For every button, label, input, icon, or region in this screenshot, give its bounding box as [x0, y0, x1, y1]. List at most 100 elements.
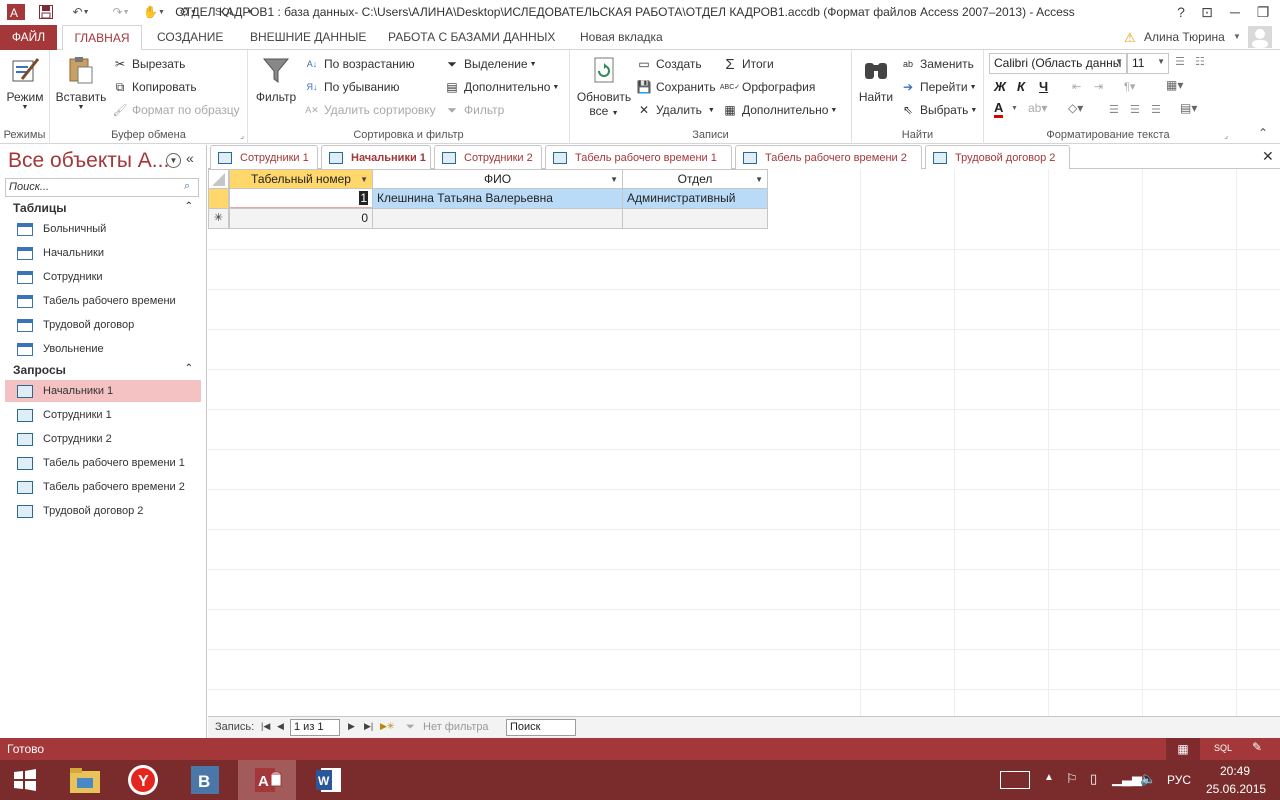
- new-record-cell[interactable]: [622, 208, 768, 229]
- shutter-bar-close-icon[interactable]: «: [186, 150, 194, 166]
- remove-sort-button[interactable]: A✕ Удалить сортировку: [304, 100, 435, 120]
- underline-button[interactable]: Ч: [1039, 79, 1048, 94]
- nav-table-item[interactable]: Табель рабочего времени: [5, 290, 201, 312]
- design-view-icon[interactable]: ✎: [1252, 740, 1262, 754]
- clock-time[interactable]: 20:49: [1220, 764, 1250, 778]
- sort-ascending-button[interactable]: A↓ По возрастанию: [304, 54, 415, 74]
- tab-database-tools[interactable]: РАБОТА С БАЗАМИ ДАННЫХ: [382, 25, 561, 50]
- highlight-icon[interactable]: ab▾: [1028, 101, 1047, 115]
- new-record-button[interactable]: ▭ Создать: [636, 54, 701, 74]
- nav-query-item[interactable]: Табель рабочего времени 1: [5, 452, 201, 474]
- select-button[interactable]: ⇖ Выбрать ▼: [900, 100, 977, 120]
- font-name-select[interactable]: Calibri (Область данны ▼: [989, 53, 1127, 74]
- clock-date[interactable]: 25.06.2015: [1206, 782, 1266, 796]
- nav-menu-dropdown-icon[interactable]: ▼: [166, 153, 181, 168]
- network-signal-icon[interactable]: ▁▃▅: [1112, 771, 1142, 787]
- toggle-filter-button[interactable]: ⏷ Фильтр: [444, 100, 504, 120]
- nav-search-input[interactable]: Поиск...: [5, 178, 199, 197]
- battery-icon[interactable]: ▯: [1090, 771, 1097, 787]
- sort-descending-button[interactable]: Я↓ По убыванию: [304, 77, 400, 97]
- gridlines-icon[interactable]: ▦▾: [1166, 78, 1183, 92]
- copy-button[interactable]: ⧉ Копировать: [112, 77, 197, 97]
- sql-view-button[interactable]: SQL: [1214, 743, 1232, 753]
- selection-button[interactable]: ⏷ Выделение ▼: [444, 54, 536, 74]
- font-color-icon[interactable]: A: [994, 101, 1004, 118]
- tab-create[interactable]: СОЗДАНИЕ: [151, 25, 229, 50]
- last-record-icon[interactable]: ▶|: [364, 721, 373, 732]
- volume-icon[interactable]: 🔈: [1140, 771, 1156, 787]
- delete-record-button[interactable]: ✕ Удалить ▼: [636, 100, 715, 120]
- totals-button[interactable]: Σ Итоги: [722, 54, 773, 74]
- row-selector[interactable]: [208, 188, 229, 209]
- section-queries[interactable]: Запросы ⌃: [13, 363, 193, 377]
- goto-button[interactable]: ➔ Перейти ▼: [900, 77, 977, 97]
- align-left-icon[interactable]: ☰: [1109, 103, 1119, 116]
- nav-table-item[interactable]: Сотрудники: [5, 266, 201, 288]
- filter-button[interactable]: Фильтр: [254, 54, 298, 104]
- nav-query-item[interactable]: Табель рабочего времени 2: [5, 476, 201, 498]
- next-record-icon[interactable]: ▶: [348, 721, 355, 732]
- nav-table-item[interactable]: Больничный: [5, 218, 201, 240]
- ribbon-display-icon[interactable]: ⊡: [1192, 0, 1222, 24]
- column-dropdown-icon[interactable]: ▼: [610, 171, 618, 189]
- restore-icon[interactable]: ❐: [1248, 0, 1278, 24]
- save-record-button[interactable]: 💾 Сохранить: [636, 77, 716, 97]
- doc-tab[interactable]: Сотрудники 2: [434, 145, 542, 169]
- italic-button[interactable]: К: [1017, 79, 1025, 94]
- fill-color-icon[interactable]: ◇▾: [1068, 101, 1083, 115]
- language-indicator[interactable]: РУС: [1167, 773, 1191, 787]
- replace-button[interactable]: ab Заменить: [900, 54, 974, 74]
- tab-external-data[interactable]: ВНЕШНИЕ ДАННЫЕ: [244, 25, 372, 50]
- column-header-department[interactable]: Отдел ▼: [622, 169, 768, 189]
- current-record-field[interactable]: 1 из 1: [290, 719, 340, 736]
- view-button[interactable]: Режим ▼: [4, 54, 46, 111]
- nav-query-item-selected[interactable]: Начальники 1: [5, 380, 201, 402]
- word-taskbar-icon[interactable]: W: [300, 760, 358, 800]
- datasheet-view-icon[interactable]: ▦: [1166, 738, 1200, 760]
- bold-button[interactable]: Ж: [994, 79, 1006, 94]
- doc-tab-active[interactable]: Начальники 1: [321, 145, 431, 170]
- doc-tab[interactable]: Табель рабочего времени 1: [545, 145, 732, 169]
- doc-tab[interactable]: Трудовой договор 2: [925, 145, 1070, 169]
- minimize-icon[interactable]: ─: [1220, 0, 1250, 24]
- align-center-icon[interactable]: ☰: [1130, 103, 1140, 116]
- tab-home[interactable]: ГЛАВНАЯ: [62, 25, 142, 51]
- nav-table-item[interactable]: Начальники: [5, 242, 201, 264]
- prev-record-icon[interactable]: ◀: [277, 721, 284, 732]
- spelling-button[interactable]: ABC✓ Орфография: [720, 77, 815, 97]
- column-header-tab-number[interactable]: Табельный номер ▼: [229, 169, 373, 189]
- new-record-cell[interactable]: [372, 208, 623, 229]
- nav-pane-title[interactable]: Все объекты A...: [8, 149, 169, 173]
- new-record-cell[interactable]: 0: [229, 208, 373, 229]
- record-search-input[interactable]: Поиск: [506, 719, 576, 736]
- format-painter-button[interactable]: 🖌 Формат по образцу: [112, 100, 239, 120]
- cut-button[interactable]: ✂ Вырезать: [112, 54, 185, 74]
- tab-file[interactable]: ФАЙЛ: [0, 25, 57, 50]
- filter-status[interactable]: Нет фильтра: [423, 721, 489, 733]
- show-hidden-icons[interactable]: ▲: [1044, 772, 1054, 783]
- font-size-select[interactable]: 11 ▼: [1127, 53, 1169, 74]
- doc-tab[interactable]: Табель рабочего времени 2: [735, 145, 922, 169]
- column-dropdown-icon[interactable]: ▼: [360, 171, 368, 189]
- user-name[interactable]: Алина Тюрина: [1144, 30, 1225, 44]
- vk-app-icon[interactable]: B: [176, 760, 234, 800]
- bullets-icon[interactable]: ☷: [1195, 55, 1205, 68]
- access-taskbar-icon[interactable]: A: [238, 760, 296, 800]
- search-icon[interactable]: ⌕: [184, 180, 190, 193]
- doc-tab[interactable]: Сотрудники 1: [210, 145, 318, 169]
- action-center-flag-icon[interactable]: ⚐: [1066, 771, 1078, 787]
- user-dropdown-icon[interactable]: ▼: [1233, 32, 1241, 41]
- table-cell[interactable]: Клешнина Татьяна Валерьевна: [372, 188, 623, 209]
- align-right-icon[interactable]: ☰: [1151, 103, 1161, 116]
- column-header-fio[interactable]: ФИО ▼: [372, 169, 623, 189]
- file-explorer-icon[interactable]: [56, 760, 114, 800]
- tab-new-tab[interactable]: Новая вкладка: [574, 25, 669, 50]
- nav-query-item[interactable]: Сотрудники 2: [5, 428, 201, 450]
- touch-keyboard-icon[interactable]: [1000, 771, 1030, 789]
- windows-start-icon[interactable]: [0, 760, 50, 800]
- find-button[interactable]: Найти: [856, 54, 896, 104]
- table-cell[interactable]: 1: [229, 188, 373, 209]
- first-record-icon[interactable]: |◀: [261, 721, 270, 732]
- close-document-icon[interactable]: ✕: [1262, 148, 1274, 165]
- collapse-ribbon-icon[interactable]: ⌃: [1258, 126, 1268, 140]
